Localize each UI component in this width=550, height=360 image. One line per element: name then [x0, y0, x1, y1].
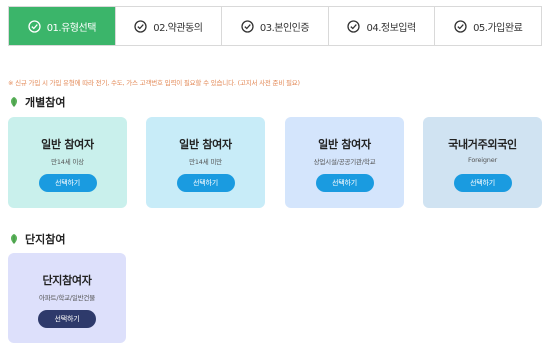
check-circle-icon — [241, 19, 254, 33]
card-subtitle: Foreigner — [468, 156, 497, 164]
section-title-complex: 단지참여 — [8, 231, 65, 247]
participant-card-complex: 단지참여자 아파트/학교/일반건물 선택하기 — [8, 253, 126, 343]
notice-text: ※ 신규 가입 시 가입 유형에 따라 전기, 수도, 가스 고객번호 입력이 … — [8, 79, 300, 87]
check-circle-icon — [28, 19, 41, 33]
select-button[interactable]: 선택하기 — [38, 310, 96, 328]
participant-card-adult: 일반 참여자 만14세 이상 선택하기 — [8, 117, 127, 208]
step-3[interactable]: 03.본인인증 — [222, 7, 329, 45]
check-circle-icon — [134, 19, 147, 33]
card-title: 일반 참여자 — [41, 138, 94, 151]
step-5[interactable]: 05.가입완료 — [435, 7, 541, 45]
participant-card-foreigner: 국내거주외국인 Foreigner 선택하기 — [423, 117, 542, 208]
select-button[interactable]: 선택하기 — [453, 174, 512, 192]
check-circle-icon — [454, 19, 467, 33]
participant-card-facility: 일반 참여자 상업시설/공공기관/학교 선택하기 — [285, 117, 404, 208]
step-label: 02.약관동의 — [153, 22, 203, 34]
participant-card-minor: 일반 참여자 만14세 미만 선택하기 — [146, 117, 265, 208]
step-label: 05.가입완료 — [473, 22, 523, 34]
step-label: 04.정보입력 — [366, 22, 416, 34]
step-2[interactable]: 02.약관동의 — [115, 7, 223, 45]
section-title-individual: 개별참여 — [8, 94, 65, 110]
card-title: 일반 참여자 — [318, 138, 371, 151]
card-title: 일반 참여자 — [179, 138, 232, 151]
step-label: 01.유형선택 — [46, 22, 97, 34]
step-label: 03.본인인증 — [259, 22, 310, 34]
select-button[interactable]: 선택하기 — [176, 174, 235, 192]
step-4[interactable]: 04.정보입력 — [328, 7, 436, 45]
select-button[interactable]: 선택하기 — [38, 174, 97, 192]
card-title: 국내거주외국인 — [448, 138, 517, 151]
step-progress-bar: 01.유형선택 02.약관동의 03.본인인증 04.정보입력 05.가입완료 — [8, 6, 542, 46]
leaf-icon — [8, 233, 20, 245]
card-title: 단지참여자 — [42, 274, 92, 287]
card-subtitle: 만14세 미만 — [189, 158, 222, 166]
leaf-icon — [8, 96, 20, 108]
select-button[interactable]: 선택하기 — [315, 174, 374, 192]
card-subtitle: 만14세 이상 — [51, 158, 84, 166]
check-circle-icon — [347, 19, 361, 33]
section-title-label: 개별참여 — [25, 96, 66, 109]
step-1[interactable]: 01.유형선택 — [9, 7, 116, 45]
card-subtitle: 상업시설/공공기관/학교 — [313, 158, 376, 166]
section-title-label: 단지참여 — [25, 233, 66, 246]
card-subtitle: 아파트/학교/일반건물 — [38, 294, 95, 302]
